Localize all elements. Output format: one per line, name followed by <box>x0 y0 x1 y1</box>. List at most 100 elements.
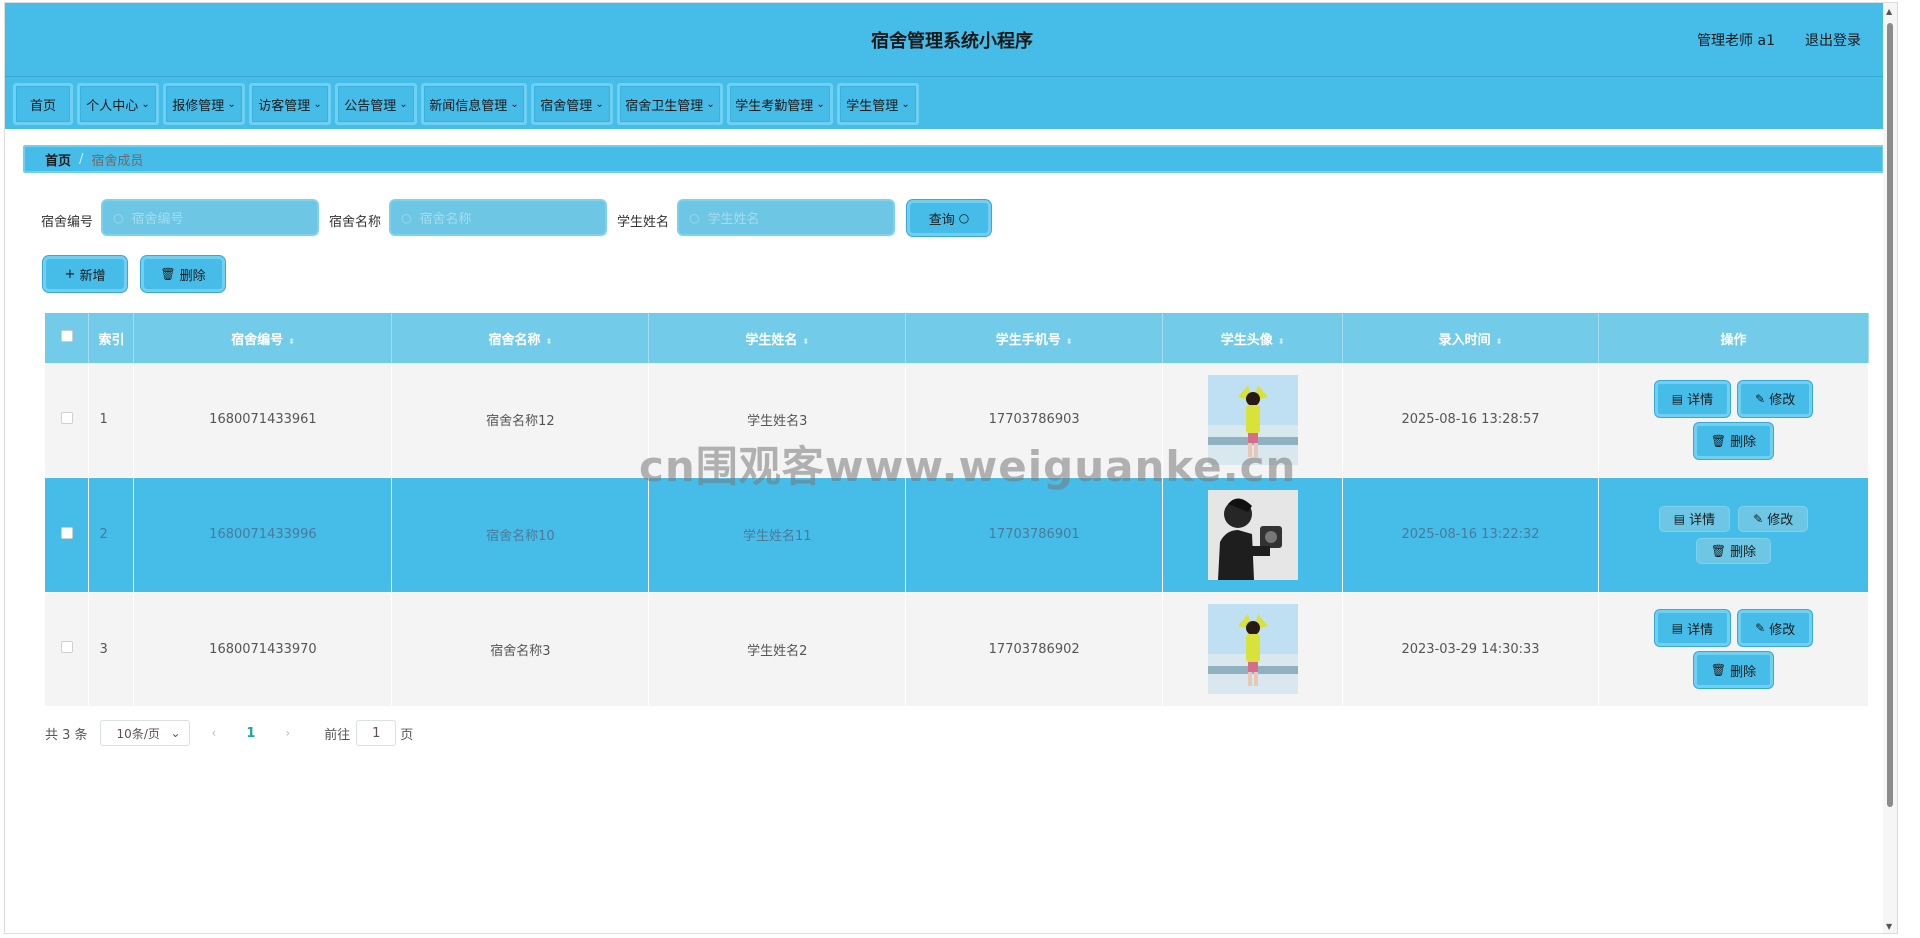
table-row[interactable]: 1 1680071433961 宿舍名称12 学生姓名3 17703786903 <box>45 363 1870 478</box>
row-ops: ▤ 详情 ✎ 修改 🗑 删除 <box>1598 592 1870 707</box>
row-select-cell[interactable] <box>45 477 90 593</box>
breadcrumb: 首页 / 宿舍成员 <box>23 145 1884 173</box>
scroll-down-icon[interactable]: ▼ <box>1886 922 1892 931</box>
student-avatar-image[interactable] <box>1207 374 1298 465</box>
sort-icon[interactable]: ⬍ <box>802 337 809 346</box>
nav-notice[interactable]: 公告管理 ⌄ <box>335 83 417 125</box>
detail-button[interactable]: ▤ 详情 <box>1658 505 1731 532</box>
header-label: 学生头像 <box>1220 332 1273 348</box>
delete-button[interactable]: 🗑 删除 <box>1693 422 1774 459</box>
logout-link[interactable]: 退出登录 <box>1805 30 1861 50</box>
chevron-down-icon: ⌄ <box>399 98 408 110</box>
row-avatar-cell <box>1162 477 1344 593</box>
edit-button[interactable]: ✎ 修改 <box>1738 505 1809 532</box>
top-header: 宿舍管理系统小程序 管理老师 a1 退出登录 <box>5 3 1897 77</box>
chevron-down-icon: ⌄ <box>141 98 150 110</box>
sort-icon[interactable]: ⬍ <box>546 337 553 346</box>
trash-icon: 🗑 <box>160 267 176 281</box>
row-time: 2025-08-16 13:28:57 <box>1342 363 1599 478</box>
dorm-no-placeholder: 宿舍编号 <box>131 212 184 227</box>
breadcrumb-current: 宿舍成员 <box>91 153 144 169</box>
detail-button[interactable]: ▤ 详情 <box>1654 610 1731 646</box>
header-avatar[interactable]: 学生头像 ⬍ <box>1162 313 1344 363</box>
row-time: 2025-08-16 13:22:32 <box>1342 477 1599 593</box>
row-phone: 17703786901 <box>905 477 1164 593</box>
select-all-checkbox[interactable] <box>60 330 73 342</box>
nav-label: 学生考勤管理 <box>735 98 814 114</box>
current-page[interactable]: 1 <box>246 726 255 741</box>
row-dorm-no: 1680071433961 <box>133 363 393 478</box>
sort-icon[interactable]: ⬍ <box>288 337 295 346</box>
row-select-cell[interactable] <box>45 363 90 478</box>
add-button[interactable]: + 新增 <box>43 256 127 292</box>
nav-dorm[interactable]: 宿舍管理 ⌄ <box>531 83 613 125</box>
goto-page-input[interactable]: 1 <box>356 720 397 746</box>
dorm-name-input[interactable]: ○ 宿舍名称 <box>389 199 607 236</box>
header-dorm-name[interactable]: 宿舍名称 ⬍ <box>391 313 650 363</box>
nav-repair[interactable]: 报修管理 ⌄ <box>163 83 245 125</box>
student-name-input[interactable]: ○ 学生姓名 <box>677 199 895 236</box>
row-student-name: 学生姓名11 <box>648 477 907 593</box>
nav-personal[interactable]: 个人中心 ⌄ <box>77 83 159 125</box>
search-icon: ○ <box>958 211 970 225</box>
row-checkbox[interactable] <box>60 411 73 424</box>
scroll-up-icon[interactable]: ▲ <box>1886 7 1892 16</box>
row-avatar-cell <box>1162 363 1344 478</box>
document-icon: ▤ <box>1671 391 1684 406</box>
nav-hygiene[interactable]: 宿舍卫生管理 ⌄ <box>617 83 723 125</box>
nav-label: 首页 <box>29 98 56 114</box>
chevron-down-icon: ⌄ <box>901 98 910 110</box>
breadcrumb-home[interactable]: 首页 <box>45 150 71 169</box>
sort-icon[interactable]: ⬍ <box>1278 337 1285 346</box>
next-page-icon[interactable]: › <box>285 726 290 740</box>
edit-button[interactable]: ✎ 修改 <box>1738 380 1813 417</box>
nav-home[interactable]: 首页 <box>13 83 73 125</box>
select-all-cell[interactable] <box>45 313 90 363</box>
nav-attendance[interactable]: 学生考勤管理 ⌄ <box>727 83 833 125</box>
row-avatar-cell <box>1162 592 1344 707</box>
vertical-scrollbar[interactable]: ▲ ▼ <box>1883 3 1897 933</box>
edit-button[interactable]: ✎ 修改 <box>1738 610 1813 646</box>
row-dorm-name: 宿舍名称10 <box>391 477 650 593</box>
goto-label: 前往 <box>324 727 351 743</box>
scrollbar-thumb[interactable] <box>1887 23 1893 807</box>
detail-label: 详情 <box>1689 513 1716 528</box>
header-phone[interactable]: 学生手机号 ⬍ <box>905 313 1164 363</box>
nav-visitor[interactable]: 访客管理 ⌄ <box>249 83 331 125</box>
delete-button[interactable]: 🗑 删除 <box>1695 537 1772 564</box>
header-student-name[interactable]: 学生姓名 ⬍ <box>648 313 907 363</box>
pencil-icon: ✎ <box>1755 621 1766 635</box>
nav-news[interactable]: 新闻信息管理 ⌄ <box>421 83 527 125</box>
prev-page-icon[interactable]: ‹ <box>212 726 217 740</box>
delete-button[interactable]: 🗑 删除 <box>1693 652 1774 688</box>
delete-label: 删除 <box>1730 664 1757 680</box>
table-row[interactable]: 3 1680071433970 宿舍名称3 学生姓名2 17703786902 <box>45 592 1870 707</box>
dorm-no-label: 宿舍编号 <box>41 215 94 230</box>
row-select-cell[interactable] <box>45 592 90 707</box>
student-avatar-image[interactable] <box>1207 604 1298 694</box>
edit-label: 修改 <box>1769 393 1796 409</box>
row-student-name: 学生姓名3 <box>648 363 907 478</box>
nav-students[interactable]: 学生管理 ⌄ <box>837 83 919 125</box>
student-avatar-image[interactable] <box>1207 489 1298 580</box>
chevron-down-icon: ⌄ <box>170 726 181 740</box>
header-dorm-no[interactable]: 宿舍编号 ⬍ <box>133 313 393 363</box>
row-checkbox[interactable] <box>60 526 73 539</box>
table-row[interactable]: 2 1680071433996 宿舍名称10 学生姓名11 1770378690… <box>45 477 1870 593</box>
row-student-name: 学生姓名2 <box>648 592 907 707</box>
row-dorm-no: 1680071433996 <box>133 477 393 593</box>
chevron-down-icon: ⌄ <box>595 98 604 110</box>
query-button[interactable]: 查询 ○ <box>907 200 991 236</box>
sort-icon[interactable]: ⬍ <box>1066 337 1073 346</box>
row-checkbox[interactable] <box>60 641 73 653</box>
student-name-label: 学生姓名 <box>617 215 670 230</box>
plus-icon: + <box>64 266 76 282</box>
page-size-select[interactable]: 10条/页 ⌄ <box>99 720 190 746</box>
header-time[interactable]: 录入时间 ⬍ <box>1342 313 1599 363</box>
delete-label: 删除 <box>1730 545 1757 560</box>
bulk-delete-button[interactable]: 🗑 删除 <box>141 256 225 292</box>
dorm-no-input[interactable]: ○ 宿舍编号 <box>101 199 319 236</box>
detail-button[interactable]: ▤ 详情 <box>1654 380 1731 417</box>
row-phone: 17703786902 <box>905 592 1164 707</box>
sort-icon[interactable]: ⬍ <box>1496 337 1503 346</box>
